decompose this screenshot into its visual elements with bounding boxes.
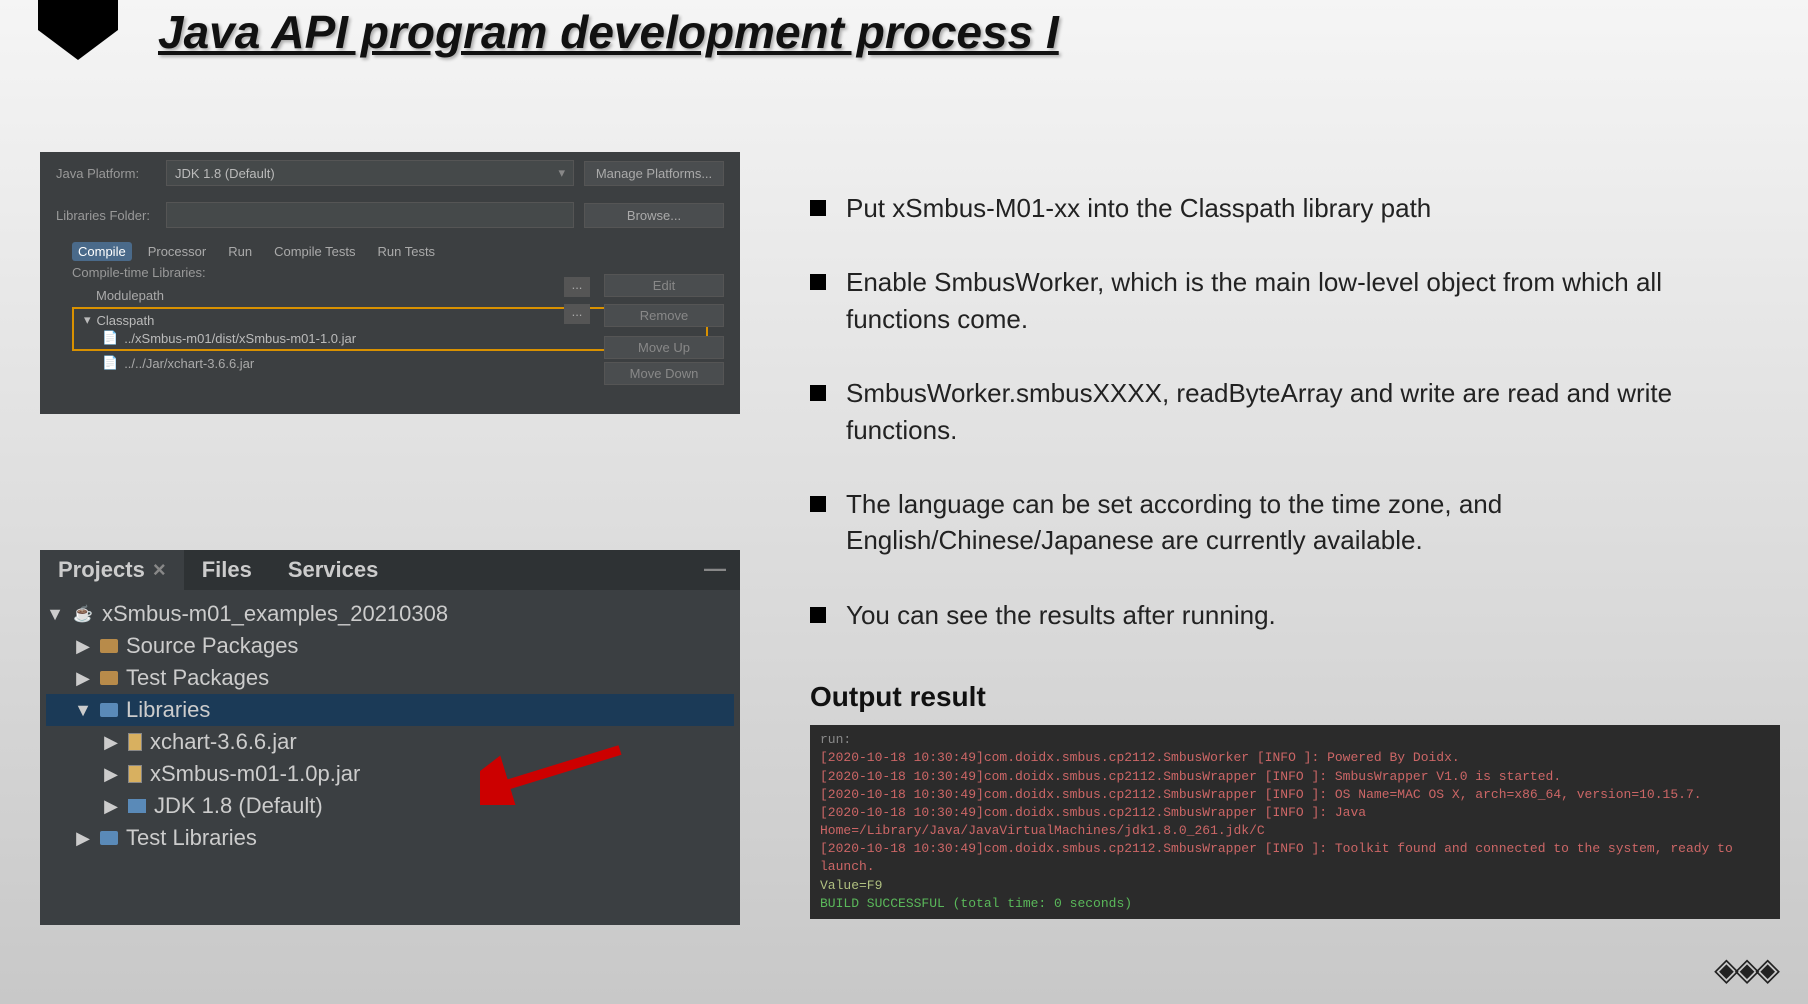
edit-button[interactable]: Edit xyxy=(604,274,724,297)
output-title: Output result xyxy=(810,681,1730,713)
more-button[interactable]: ... xyxy=(564,304,590,324)
chevron-right-icon: ▶ xyxy=(74,828,92,849)
chevron-right-icon: ▶ xyxy=(102,764,120,785)
platform-combo[interactable]: JDK 1.8 (Default) ▾ xyxy=(166,160,574,186)
tab-run-tests[interactable]: Run Tests xyxy=(371,242,441,261)
move-down-button[interactable]: Move Down xyxy=(604,362,724,385)
tab-compile-tests[interactable]: Compile Tests xyxy=(268,242,361,261)
library-icon xyxy=(100,703,118,717)
bullet-4: The language can be set according to the… xyxy=(846,486,1730,559)
coffee-cup-icon: ☕ xyxy=(72,603,94,625)
minimize-icon[interactable]: — xyxy=(690,550,740,590)
package-icon xyxy=(100,639,118,653)
bullet-icon xyxy=(810,274,826,290)
terminal-line: [2020-10-18 10:30:49]com.doidx.smbus.cp2… xyxy=(820,768,1770,786)
project-tree-screenshot: Projects× Files Services — ▼ ☕ xSmbus-m0… xyxy=(40,550,740,925)
terminal-output: run: [2020-10-18 10:30:49]com.doidx.smbu… xyxy=(810,725,1780,919)
tree-root[interactable]: ▼ ☕ xSmbus-m01_examples_20210308 xyxy=(46,598,734,630)
tree-libraries[interactable]: ▼ Libraries xyxy=(46,694,734,726)
library-icon xyxy=(100,831,118,845)
manage-platforms-button[interactable]: Manage Platforms... xyxy=(584,161,724,186)
bullet-2: Enable SmbusWorker, which is the main lo… xyxy=(846,264,1730,337)
terminal-line: [2020-10-18 10:30:49]com.doidx.smbus.cp2… xyxy=(820,786,1770,804)
move-up-button[interactable]: Move Up xyxy=(604,336,724,359)
libfolder-input[interactable] xyxy=(166,202,574,228)
terminal-line: [2020-10-18 10:30:49]com.doidx.smbus.cp2… xyxy=(820,840,1770,876)
platform-label: Java Platform: xyxy=(56,166,156,181)
terminal-line: BUILD SUCCESSFUL (total time: 0 seconds) xyxy=(820,895,1770,913)
xchart-jar-item[interactable]: ../../Jar/xchart-3.6.6.jar xyxy=(124,356,254,371)
terminal-line: Value=F9 xyxy=(820,877,1770,895)
bullet-list: Put xSmbus-M01-xx into the Classpath lib… xyxy=(810,190,1730,633)
page-title: Java API program development process I xyxy=(158,5,1059,59)
tree-jar-xsmbus[interactable]: ▶ xSmbus-m01-1.0p.jar xyxy=(46,758,734,790)
bullet-icon xyxy=(810,496,826,512)
bullet-icon xyxy=(810,385,826,401)
tree-jdk[interactable]: ▶ JDK 1.8 (Default) xyxy=(46,790,734,822)
more-button[interactable]: ... xyxy=(564,277,590,297)
classpath-label[interactable]: Classpath xyxy=(97,313,155,328)
chevron-down-icon: ▼ xyxy=(74,700,92,721)
bullet-3: SmbusWorker.smbusXXXX, readByteArray and… xyxy=(846,375,1730,448)
chevron-right-icon: ▶ xyxy=(102,732,120,753)
bullet-icon xyxy=(810,200,826,216)
terminal-line: run: xyxy=(820,731,1770,749)
chevron-right-icon: ▶ xyxy=(74,636,92,657)
terminal-line: [2020-10-18 10:30:49]com.doidx.smbus.cp2… xyxy=(820,749,1770,767)
remove-button[interactable]: Remove xyxy=(604,304,724,327)
chevron-right-icon: ▶ xyxy=(74,668,92,689)
red-arrow-icon xyxy=(480,745,630,805)
config-tabs: Compile Processor Run Compile Tests Run … xyxy=(40,236,740,261)
bullet-1: Put xSmbus-M01-xx into the Classpath lib… xyxy=(846,190,1730,226)
classpath-jar-item[interactable]: ../xSmbus-m01/dist/xSmbus-m01-1.0.jar xyxy=(124,331,356,346)
tree-jar-xchart[interactable]: ▶ xchart-3.6.6.jar xyxy=(46,726,734,758)
jdk-icon xyxy=(128,799,146,813)
terminal-line: [2020-10-18 10:30:49]com.doidx.smbus.cp2… xyxy=(820,804,1770,840)
jar-icon: 📄 xyxy=(102,355,118,371)
tree-test-libraries[interactable]: ▶ Test Libraries xyxy=(46,822,734,854)
jar-icon xyxy=(128,733,142,751)
chevron-down-icon: ▼ xyxy=(46,604,64,625)
jar-icon xyxy=(128,765,142,783)
classpath-config-screenshot: Java Platform: JDK 1.8 (Default) ▾ Manag… xyxy=(40,152,740,414)
tab-files[interactable]: Files xyxy=(184,550,270,590)
tab-services[interactable]: Services xyxy=(270,550,397,590)
jar-icon: 📄 xyxy=(102,330,118,346)
tree-source-packages[interactable]: ▶ Source Packages xyxy=(46,630,734,662)
tab-compile[interactable]: Compile xyxy=(72,242,132,261)
tab-run[interactable]: Run xyxy=(222,242,258,261)
package-icon xyxy=(100,671,118,685)
tree-test-packages[interactable]: ▶ Test Packages xyxy=(46,662,734,694)
chevron-right-icon: ▶ xyxy=(102,796,120,817)
bullet-icon xyxy=(810,607,826,623)
shield-icon xyxy=(38,0,118,60)
platform-value: JDK 1.8 (Default) xyxy=(175,166,275,181)
tab-projects[interactable]: Projects× xyxy=(40,550,184,590)
chevron-down-icon: ▾ xyxy=(84,312,91,328)
tab-processor[interactable]: Processor xyxy=(142,242,213,261)
chevron-down-icon: ▾ xyxy=(558,165,565,181)
browse-button[interactable]: Browse... xyxy=(584,203,724,228)
close-icon[interactable]: × xyxy=(153,557,166,583)
libfolder-label: Libraries Folder: xyxy=(56,208,156,223)
bullet-5: You can see the results after running. xyxy=(846,597,1730,633)
footer-logo-icon: ◈◈◈ xyxy=(1714,950,1776,988)
